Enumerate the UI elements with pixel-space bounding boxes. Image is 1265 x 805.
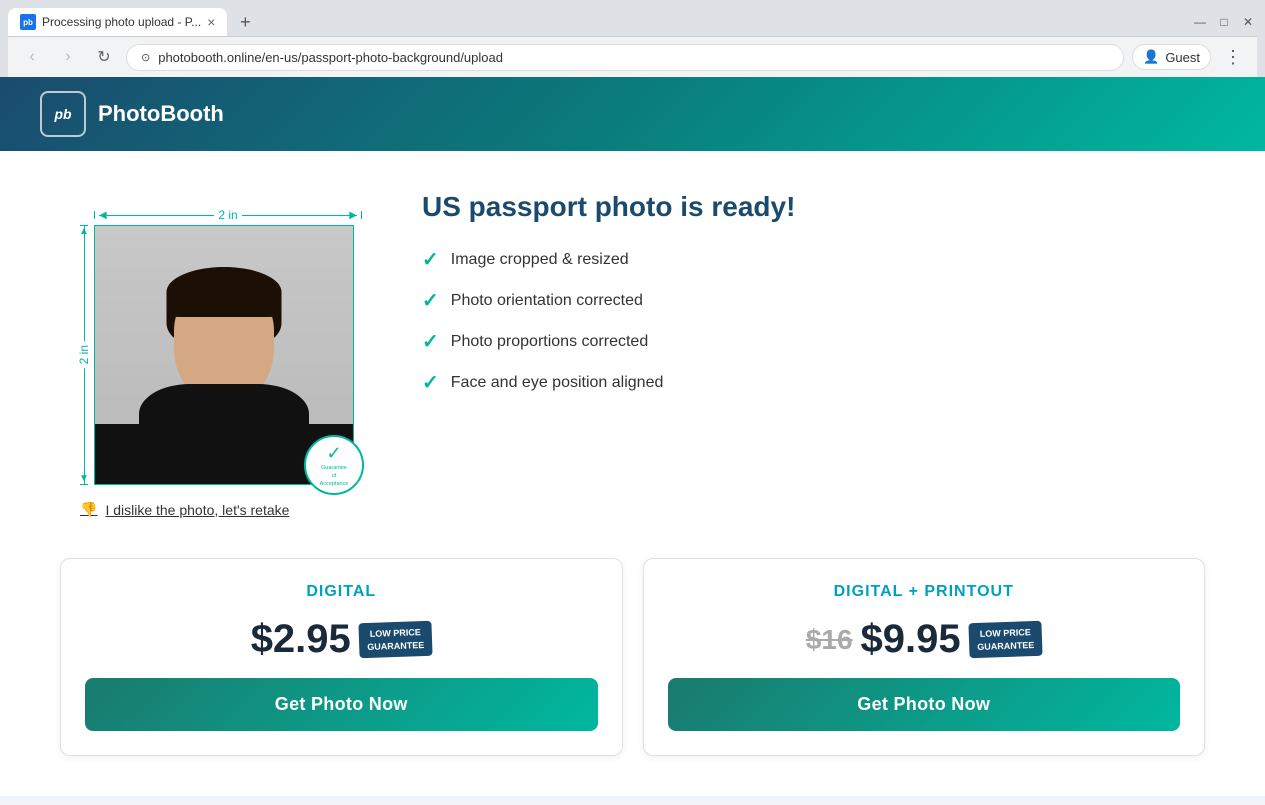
window-controls: — □ ✕ [1191,13,1257,31]
browser-tab[interactable]: pb Processing photo upload - P... × [8,8,227,36]
browser-toolbar: ‹ › ↻ ⊙ photobooth.online/en-us/passport… [8,36,1257,77]
profile-label: Guest [1165,50,1200,65]
site-header: pb PhotoBooth [0,77,1265,151]
browser-menu-button[interactable]: ⋮ [1219,43,1247,71]
check-icon-2: ✓ [422,288,439,313]
forward-button[interactable]: › [54,43,82,71]
new-tab-button[interactable]: + [231,8,259,36]
maximize-button[interactable]: □ [1215,13,1233,31]
browser-chrome: pb Processing photo upload - P... × + — … [0,0,1265,77]
digital-printout-pricing-card: DIGITAL + PRINTOUT $16 $9.95 LOW PRICE G… [643,558,1206,756]
minimize-button[interactable]: — [1191,13,1209,31]
logo-text: PhotoBooth [98,101,224,127]
photo-with-side-dim: ▲ 2 in ▼ [80,225,362,485]
digital-price-row: $2.95 LOW PRICE GUARANTEE [85,617,598,662]
checklist: ✓ Image cropped & resized ✓ Photo orient… [422,247,1205,395]
tab-title: Processing photo upload - P... [42,15,201,29]
guarantee-checkmark: ✓ [326,442,341,465]
checklist-label-2: Photo orientation corrected [451,292,643,310]
retake-label: I dislike the photo, let's retake [105,502,289,518]
checklist-item-4: ✓ Face and eye position aligned [422,370,1205,395]
logo-icon: pb [40,91,86,137]
tab-bar: pb Processing photo upload - P... × + — … [8,8,1257,36]
digital-printout-card-title: DIGITAL + PRINTOUT [668,583,1181,601]
digital-printout-low-price-badge: LOW PRICE GUARANTEE [968,621,1042,659]
dimension-top: ◀ 2 in ▶ [94,211,362,219]
digital-printout-price: $9.95 [861,617,961,662]
back-button[interactable]: ‹ [18,43,46,71]
site-logo: pb PhotoBooth [40,91,224,137]
checklist-item-3: ✓ Photo proportions corrected [422,329,1205,354]
profile-button[interactable]: 👤 Guest [1132,44,1211,70]
photo-wrapper: ✓ Guarantee of Acceptance [94,225,354,485]
info-title: US passport photo is ready! [422,191,1205,223]
site-content: ◀ 2 in ▶ ▲ 2 in ▼ [0,151,1265,796]
digital-get-photo-button[interactable]: Get Photo Now [85,678,598,731]
checklist-label-1: Image cropped & resized [451,251,629,269]
digital-printout-price-row: $16 $9.95 LOW PRICE GUARANTEE [668,617,1181,662]
checklist-item-2: ✓ Photo orientation corrected [422,288,1205,313]
thumbs-down-icon: 👎 [80,501,97,518]
tab-favicon: pb [20,14,36,30]
website: pb PhotoBooth ◀ 2 in ▶ [0,77,1265,796]
guarantee-text: Guarantee of Acceptance [320,465,349,488]
retake-link[interactable]: 👎 I dislike the photo, let's retake [80,501,362,518]
profile-icon: 👤 [1143,49,1159,65]
checklist-item-1: ✓ Image cropped & resized [422,247,1205,272]
photo-area: ◀ 2 in ▶ ▲ 2 in ▼ [60,181,362,518]
check-icon-4: ✓ [422,370,439,395]
dimension-side: ▲ 2 in ▼ [80,225,88,485]
refresh-button[interactable]: ↻ [90,43,118,71]
checklist-label-4: Face and eye position aligned [451,374,664,392]
digital-pricing-card: DIGITAL $2.95 LOW PRICE GUARANTEE Get Ph… [60,558,623,756]
url-text: photobooth.online/en-us/passport-photo-b… [158,50,503,65]
guarantee-badge: ✓ Guarantee of Acceptance [304,435,364,495]
security-icon: ⊙ [141,51,150,64]
digital-low-price-badge: LOW PRICE GUARANTEE [358,621,432,659]
address-bar[interactable]: ⊙ photobooth.online/en-us/passport-photo… [126,44,1124,71]
digital-printout-get-photo-button[interactable]: Get Photo Now [668,678,1181,731]
digital-printout-price-old: $16 [806,624,853,656]
close-window-button[interactable]: ✕ [1239,13,1257,31]
check-icon-3: ✓ [422,329,439,354]
tab-close-button[interactable]: × [207,15,215,29]
info-section: US passport photo is ready! ✓ Image crop… [422,181,1205,395]
main-section: ◀ 2 in ▶ ▲ 2 in ▼ [60,181,1205,518]
digital-price: $2.95 [251,617,351,662]
digital-card-title: DIGITAL [85,583,598,601]
checklist-label-3: Photo proportions corrected [451,333,648,351]
pricing-section: DIGITAL $2.95 LOW PRICE GUARANTEE Get Ph… [60,558,1205,756]
check-icon-1: ✓ [422,247,439,272]
